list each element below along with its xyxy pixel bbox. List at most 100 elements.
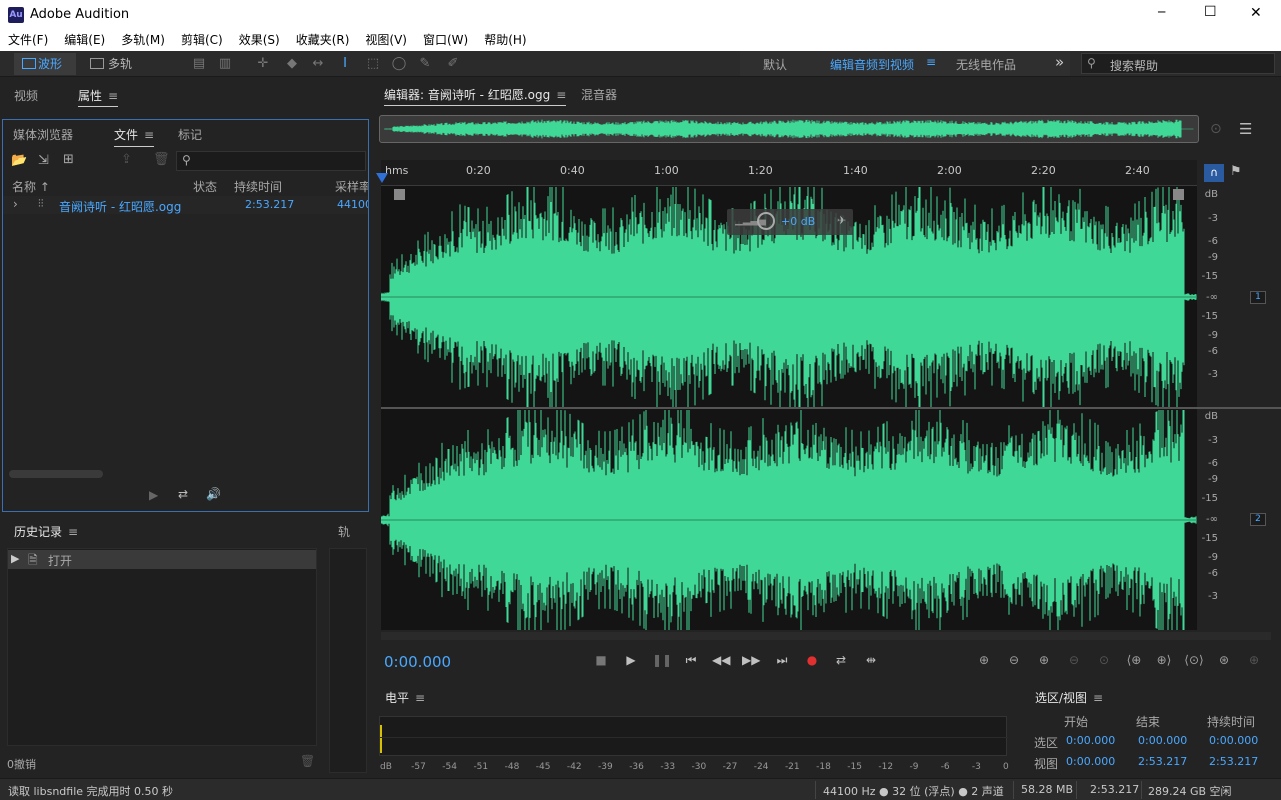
zoom-in-time-icon[interactable]: ⊕ xyxy=(1034,651,1054,669)
editor-scrollbar[interactable] xyxy=(381,632,1271,640)
menu-multitrack[interactable]: 多轨(M) xyxy=(113,30,173,51)
pause-icon[interactable]: ❚❚ xyxy=(652,651,672,669)
play-preview-icon[interactable]: ▶ xyxy=(149,488,158,502)
history-item[interactable]: ▶ 🗎 打开 xyxy=(8,550,316,569)
column-duration-header[interactable]: 持续时间 xyxy=(234,178,282,195)
menu-edit[interactable]: 编辑(E) xyxy=(56,30,113,51)
zoom-reset-icon[interactable]: ⊛ xyxy=(1214,651,1234,669)
zoom-out-amplitude-icon[interactable]: ⊖ xyxy=(1004,651,1024,669)
move-tool-icon[interactable]: ✛ xyxy=(254,55,272,73)
panel-menu-icon[interactable]: ≡ xyxy=(144,128,154,142)
marquee-tool-icon[interactable]: ⬚ xyxy=(364,55,382,73)
menu-file[interactable]: 文件(F) xyxy=(0,30,56,51)
selection-view-title[interactable]: 选区/视图 ≡ xyxy=(1035,689,1103,706)
zoom-tool-icon[interactable]: ⊕ xyxy=(1244,651,1264,669)
search-help-field[interactable]: ⚲ 搜索帮助 xyxy=(1081,53,1275,74)
selection-duration-field[interactable]: 0:00.000 xyxy=(1209,734,1258,747)
zoom-out-full-icon[interactable]: ⊙ xyxy=(1094,651,1114,669)
panel-menu-icon[interactable]: ≡ xyxy=(108,89,118,103)
view-end-field[interactable]: 2:53.217 xyxy=(1138,755,1187,768)
slip-tool-icon[interactable]: ↔ xyxy=(309,55,327,73)
column-status-header[interactable]: 状态 xyxy=(193,178,217,195)
menu-window[interactable]: 窗口(W) xyxy=(415,30,476,51)
timecode-display[interactable]: 0:00.000 xyxy=(384,653,451,671)
menu-favorites[interactable]: 收藏夹(R) xyxy=(288,30,358,51)
column-name-header[interactable]: 名称 ↑ xyxy=(12,178,50,195)
maximize-button[interactable]: ☐ xyxy=(1204,4,1217,20)
razor-tool-icon[interactable]: ◆ xyxy=(283,55,301,73)
snap-magnet-icon[interactable]: ∩ xyxy=(1204,164,1224,182)
channel-2-badge[interactable]: 2 xyxy=(1250,513,1266,526)
panel-menu-icon[interactable]: ≡ xyxy=(1093,691,1103,705)
history-title[interactable]: 历史记录 ≡ xyxy=(14,523,78,540)
tab-media-browser[interactable]: 媒体浏览器 xyxy=(13,126,73,143)
panel-options-icon[interactable]: ☰ xyxy=(1239,120,1252,138)
panel-menu-icon[interactable]: ≡ xyxy=(556,88,566,102)
selection-start-field[interactable]: 0:00.000 xyxy=(1066,734,1115,747)
spot-healing-tool-icon[interactable]: ✐ xyxy=(444,55,462,73)
levels-title[interactable]: 电平 ≡ xyxy=(385,689,425,706)
pin-icon[interactable]: ✈ xyxy=(837,214,846,227)
zoom-in-amplitude-icon[interactable]: ⊕ xyxy=(974,651,994,669)
menu-help[interactable]: 帮助(H) xyxy=(476,30,534,51)
tab-files[interactable]: 文件 ≡ xyxy=(114,126,155,147)
horizontal-scrollbar[interactable] xyxy=(9,470,103,478)
loop-preview-icon[interactable]: ⇄ xyxy=(178,487,188,501)
time-ruler[interactable] xyxy=(381,160,1197,186)
zoom-to-selection-icon[interactable]: ⟨⊙⟩ xyxy=(1184,651,1204,669)
tab-markers[interactable]: 标记 xyxy=(178,126,202,143)
waveform-mode-button[interactable]: 波形 xyxy=(14,53,76,75)
panel-menu-icon[interactable]: ≡ xyxy=(415,691,425,705)
record-icon[interactable]: ● xyxy=(803,651,821,669)
workspace-default[interactable]: 默认 xyxy=(763,56,787,73)
hud-gain-value[interactable]: +0 dB xyxy=(781,215,815,228)
playhead-marker[interactable] xyxy=(376,173,388,183)
autoplay-icon[interactable]: 🔊 xyxy=(206,487,221,501)
fast-forward-icon[interactable]: ▶▶ xyxy=(742,651,760,669)
spectral-pitch-icon[interactable]: ▥ xyxy=(216,55,234,73)
file-search-input[interactable]: ⚲ xyxy=(176,151,366,171)
minimize-button[interactable]: ─ xyxy=(1158,5,1165,19)
new-file-icon[interactable]: ⊞ xyxy=(63,152,74,167)
insert-into-multitrack-icon[interactable]: ⇪ xyxy=(121,152,132,167)
skip-selection-icon[interactable]: ⇹ xyxy=(862,651,880,669)
skip-to-end-icon[interactable]: ⏭ xyxy=(773,651,791,669)
marker-pin-icon[interactable]: ⚑ xyxy=(1230,164,1242,179)
tab-editor[interactable]: 编辑器: 音阙诗听 - 红昭愿.ogg ≡ xyxy=(384,86,567,106)
hud-gain-control[interactable]: ▁▂▃▄ +0 dB ✈ xyxy=(727,209,853,235)
zoom-out-time-icon[interactable]: ⊖ xyxy=(1064,651,1084,669)
menu-clip[interactable]: 剪辑(C) xyxy=(173,30,231,51)
overview-navigator[interactable] xyxy=(379,115,1199,143)
tracks-tab[interactable]: 轨 xyxy=(338,523,350,540)
expand-chevron-icon[interactable]: › xyxy=(13,197,18,211)
brush-tool-icon[interactable]: ✎ xyxy=(416,55,434,73)
menu-effects[interactable]: 效果(S) xyxy=(231,30,288,51)
multitrack-mode-button[interactable]: 多轨 xyxy=(84,53,144,75)
delete-file-icon[interactable]: 🗑 xyxy=(153,152,170,167)
skip-to-start-icon[interactable]: ⏮ xyxy=(682,651,700,669)
workspace-overflow-icon[interactable]: » xyxy=(1055,53,1064,71)
time-selection-tool-icon[interactable]: I xyxy=(336,55,354,73)
tab-video[interactable]: 视频 xyxy=(14,87,38,104)
panel-menu-icon[interactable]: ≡ xyxy=(68,525,78,539)
close-button[interactable]: ✕ xyxy=(1250,5,1262,21)
menu-view[interactable]: 视图(V) xyxy=(357,30,415,51)
channel-1-badge[interactable]: 1 xyxy=(1250,291,1266,304)
zoom-navigator-icon[interactable]: ⊙ xyxy=(1210,121,1222,137)
selection-end-field[interactable]: 0:00.000 xyxy=(1138,734,1187,747)
volume-knob-icon[interactable] xyxy=(757,212,775,230)
rewind-icon[interactable]: ◀◀ xyxy=(712,651,730,669)
workspace-edit-audio-to-video[interactable]: 编辑音频到视频 xyxy=(830,56,914,73)
lasso-tool-icon[interactable]: ◯ xyxy=(390,55,408,73)
view-start-field[interactable]: 0:00.000 xyxy=(1066,755,1115,768)
tab-mixer[interactable]: 混音器 xyxy=(581,86,617,103)
file-row[interactable]: › ⫶⫶ 音阙诗听 - 红昭愿.ogg 2:53.217 44100 xyxy=(3,196,368,214)
fade-out-handle[interactable] xyxy=(1173,189,1184,200)
open-file-icon[interactable]: 📂 xyxy=(11,153,27,168)
view-duration-field[interactable]: 2:53.217 xyxy=(1209,755,1258,768)
column-sample-rate-header[interactable]: 采样率 xyxy=(335,178,368,195)
delete-history-icon[interactable]: 🗑 xyxy=(300,754,315,768)
workspace-radio-production[interactable]: 无线电作品 xyxy=(956,56,1016,73)
zoom-in-at-start-icon[interactable]: ⟨⊕ xyxy=(1124,651,1144,669)
zoom-in-at-end-icon[interactable]: ⊕⟩ xyxy=(1154,651,1174,669)
